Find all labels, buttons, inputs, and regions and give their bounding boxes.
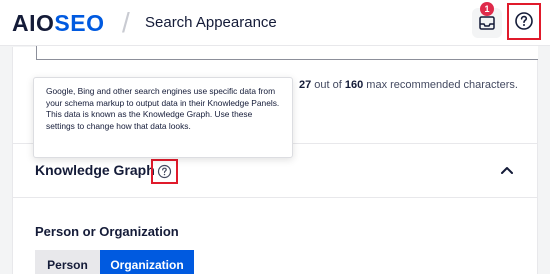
help-circle-icon[interactable]: [514, 11, 534, 31]
header-divider: /: [122, 7, 130, 38]
person-option-button[interactable]: Person: [35, 250, 100, 274]
chevron-up-icon[interactable]: [500, 165, 514, 175]
char-count-max: 160: [344, 79, 364, 91]
knowledge-graph-tooltip: Google, Bing and other search engines us…: [33, 77, 293, 158]
aioseo-logo[interactable]: AIOSEO: [12, 10, 104, 36]
description-input[interactable]: [36, 46, 538, 60]
kg-help-circle-icon[interactable]: [157, 164, 172, 179]
logo-seo-text: SE: [54, 10, 87, 36]
character-count: 27 out of 160 max recommended characters…: [299, 79, 518, 92]
char-count-current: 27: [299, 79, 312, 91]
knowledge-graph-title: Knowledge Graph: [35, 162, 155, 178]
char-count-suffix: max recommended characters.: [363, 79, 518, 91]
notification-count-badge: 1: [480, 2, 494, 16]
organization-option-button[interactable]: Organization: [100, 250, 194, 274]
logo-aio-text: AIO: [12, 10, 55, 36]
char-count-middle: out of: [311, 79, 345, 91]
inbox-icon: [479, 16, 495, 30]
logo-gear-o: O: [86, 10, 105, 36]
person-or-organization-label: Person or Organization: [35, 224, 179, 239]
page-title: Search Appearance: [145, 14, 277, 31]
